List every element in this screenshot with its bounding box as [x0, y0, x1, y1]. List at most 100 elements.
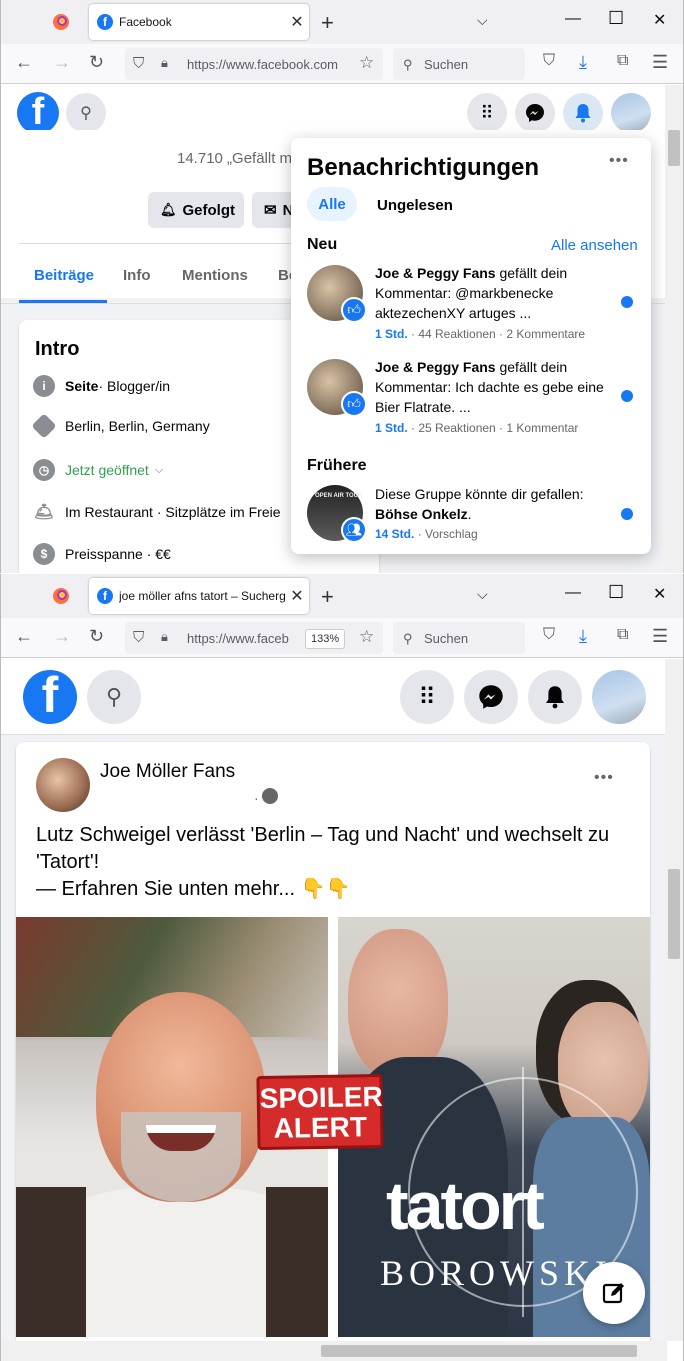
zoom-level[interactable]: 133%: [305, 629, 346, 649]
search-icon[interactable]: ⚲: [66, 93, 106, 133]
jacket-shape: [266, 1187, 328, 1337]
borowski-title: BOROWSKI: [380, 1253, 613, 1293]
window-close-button[interactable]: ✕: [653, 10, 666, 30]
pocket-icon[interactable]: ⛉: [543, 52, 555, 70]
post-card: Joe Möller Fans · ••• Lutz Schweigel ver…: [16, 742, 650, 1361]
reload-icon[interactable]: ↻: [89, 626, 104, 647]
scrollbar-thumb[interactable]: [668, 130, 680, 166]
like-badge-icon: 👍︎: [341, 297, 367, 323]
post-text-line: 'Tatort'!: [36, 851, 100, 873]
post-more-icon[interactable]: •••: [594, 769, 614, 787]
new-tab-button[interactable]: +: [321, 584, 334, 610]
notifications-bell-icon[interactable]: [528, 670, 582, 724]
info-icon: i: [33, 375, 55, 397]
scrollbar[interactable]: [665, 85, 683, 573]
facebook-logo-icon[interactable]: f: [23, 670, 77, 724]
location-icon: [31, 413, 57, 439]
url-bar[interactable]: ⛉ 🔒︎ https://www.faceb 133% ☆: [125, 622, 383, 654]
intro-row-price: $ Preisspanne · €€: [33, 543, 171, 565]
chevron-down-icon[interactable]: ⌵: [155, 464, 163, 477]
spoiler-word: SPOILER: [259, 1080, 383, 1115]
horizontal-scrollbar-thumb[interactable]: [321, 1345, 637, 1357]
tab-bar: f Facebook ✕ + ⌵ — ☐ ✕: [1, 0, 683, 44]
unread-dot: [621, 390, 633, 402]
search-icon[interactable]: ⚲: [87, 670, 141, 724]
filter-all-button[interactable]: Alle: [307, 187, 357, 221]
search-field[interactable]: ⚲ Suchen: [393, 48, 525, 80]
search-placeholder: Suchen: [424, 631, 469, 646]
scrollbar-thumb[interactable]: [668, 869, 680, 959]
price-icon: $: [33, 543, 55, 565]
location-text: Berlin, Berlin, Germany: [65, 418, 210, 434]
menu-icon[interactable]: ☰: [652, 52, 668, 73]
menu-grid-icon[interactable]: ⠿: [467, 93, 507, 133]
downloads-icon[interactable]: ⤓: [579, 52, 587, 73]
new-tab-button[interactable]: +: [321, 10, 334, 36]
forward-icon[interactable]: →: [53, 626, 71, 647]
globe-icon[interactable]: [262, 788, 278, 804]
profile-avatar[interactable]: [611, 93, 651, 133]
compose-edit-button[interactable]: [583, 1262, 645, 1324]
url-text[interactable]: https://www.faceb: [187, 631, 303, 646]
tab-posts[interactable]: Beiträge: [34, 267, 94, 284]
tab-close-icon[interactable]: ✕: [285, 586, 309, 606]
minimize-button[interactable]: —: [565, 10, 581, 28]
menu-grid-icon[interactable]: ⠿: [400, 670, 454, 724]
extensions-icon[interactable]: ⧉: [617, 626, 628, 644]
more-options-icon[interactable]: •••: [609, 152, 629, 170]
tab-facebook[interactable]: f Facebook ✕: [89, 4, 309, 40]
see-all-link[interactable]: Alle ansehen: [551, 237, 638, 254]
notification-item[interactable]: 👍︎ Joe & Peggy Fans gefällt dein Komment…: [291, 263, 651, 351]
firefox-icon[interactable]: [51, 12, 71, 32]
profile-avatar[interactable]: [592, 670, 646, 724]
search-field[interactable]: ⚲ Suchen: [393, 622, 525, 654]
notification-meta: 1 Std. · 44 Reaktionen · 2 Kommentare: [375, 327, 586, 341]
forward-icon[interactable]: →: [53, 52, 71, 73]
scrollbar[interactable]: [665, 659, 683, 1341]
lock-icon[interactable]: 🔒︎: [161, 55, 168, 71]
nav-bar: ← → ↻ ⛉ 🔒︎ https://www.faceb 133% ☆ ⚲ Su…: [1, 618, 683, 658]
notification-item[interactable]: 👍︎ Joe & Peggy Fans gefällt dein Komment…: [291, 357, 651, 445]
author-avatar[interactable]: [36, 758, 90, 812]
downloads-icon[interactable]: ⤓: [579, 626, 587, 647]
bookmark-star-icon[interactable]: ☆: [359, 627, 374, 647]
url-text[interactable]: https://www.facebook.com: [187, 57, 347, 72]
shield-icon[interactable]: ⛉: [133, 55, 144, 72]
menu-icon[interactable]: ☰: [652, 626, 668, 647]
browser-window-1: f Facebook ✕ + ⌵ — ☐ ✕ ← → ↻ ⛉ 🔒︎ https:…: [0, 0, 684, 573]
bookmark-star-icon[interactable]: ☆: [359, 53, 374, 73]
tab-mentions[interactable]: Mentions: [182, 267, 248, 284]
messenger-icon[interactable]: [515, 93, 555, 133]
filter-unread-button[interactable]: Ungelesen: [377, 197, 453, 214]
notification-text: Diese Gruppe könnte dir gefallen: Böhse …: [375, 486, 584, 522]
notification-item[interactable]: OPEN AIR TOUR 👥︎ Diese Gruppe könnte dir…: [291, 484, 651, 548]
tab-list-chevron-icon[interactable]: ⌵: [477, 12, 488, 29]
back-icon[interactable]: ←: [15, 52, 33, 73]
window-close-button[interactable]: ✕: [653, 584, 666, 604]
author-name[interactable]: Joe Möller Fans: [100, 761, 235, 783]
messenger-icon[interactable]: [464, 670, 518, 724]
tab-list-chevron-icon[interactable]: ⌵: [477, 586, 488, 603]
tab-info[interactable]: Info: [123, 267, 151, 284]
maximize-button[interactable]: ☐: [608, 8, 624, 29]
firefox-icon[interactable]: [51, 586, 71, 606]
open-status[interactable]: Jetzt geöffnet: [65, 462, 149, 478]
intro-row-hours[interactable]: ◷ Jetzt geöffnet ⌵: [33, 459, 163, 481]
lock-icon[interactable]: 🔒︎: [161, 629, 168, 645]
reload-icon[interactable]: ↻: [89, 52, 104, 73]
shield-icon[interactable]: ⛉: [133, 629, 144, 646]
notifications-bell-icon[interactable]: [563, 93, 603, 133]
intro-title: Intro: [35, 338, 80, 360]
page-label: Seite: [65, 378, 99, 394]
back-icon[interactable]: ←: [15, 626, 33, 647]
extensions-icon[interactable]: ⧉: [617, 52, 628, 70]
tab-search-results[interactable]: f joe möller afns tatort – Sucherg ✕: [89, 578, 309, 614]
maximize-button[interactable]: ☐: [608, 582, 624, 603]
horizontal-scrollbar[interactable]: [1, 1341, 667, 1361]
facebook-logo-icon[interactable]: f: [17, 92, 59, 134]
pocket-icon[interactable]: ⛉: [543, 626, 555, 644]
minimize-button[interactable]: —: [565, 584, 581, 602]
url-bar[interactable]: ⛉ 🔒︎ https://www.facebook.com ☆: [125, 48, 383, 80]
followed-button[interactable]: 🔔︎ Gefolgt: [148, 192, 244, 228]
tab-close-icon[interactable]: ✕: [285, 12, 309, 32]
